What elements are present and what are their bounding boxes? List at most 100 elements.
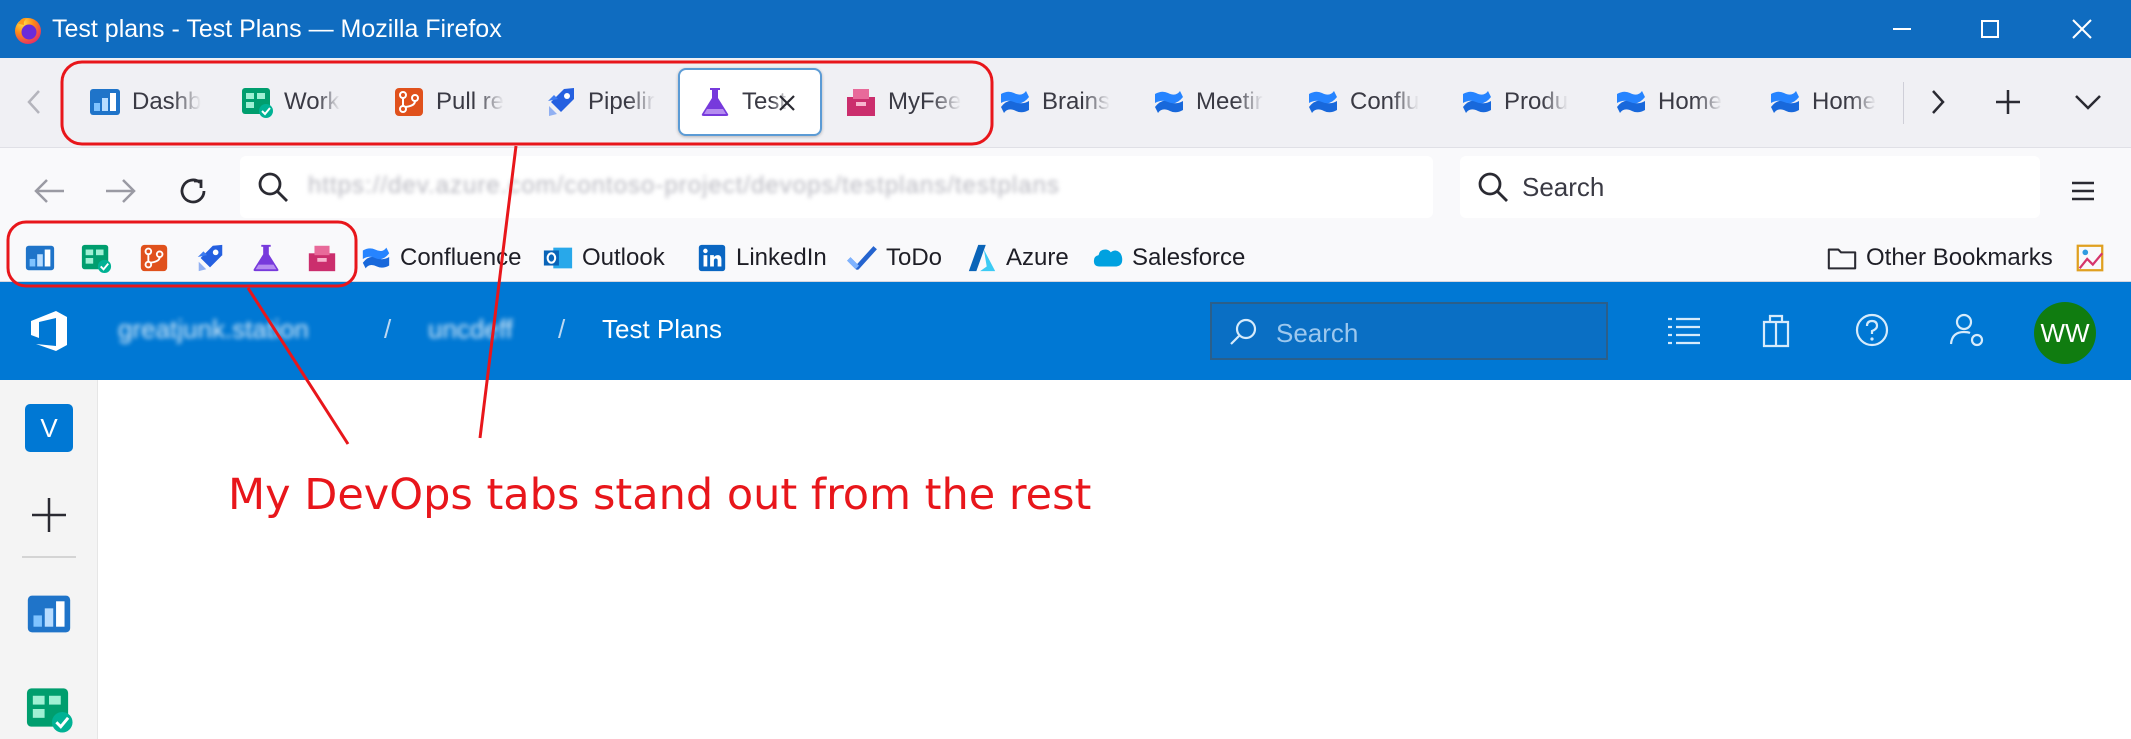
- annotation-text: My DevOps tabs stand out from the rest: [228, 470, 1092, 520]
- tab-confluence[interactable]: Conflu: [1288, 68, 1440, 136]
- overview-icon[interactable]: [24, 590, 74, 638]
- confluence-icon: [1617, 91, 1645, 113]
- user-settings-icon[interactable]: [1948, 310, 1988, 350]
- search-placeholder: Search: [1522, 172, 1605, 202]
- hamburger-menu-icon: [2072, 181, 2094, 201]
- breadcrumb-project[interactable]: uncdeff: [428, 314, 513, 345]
- bookmark-label: Salesforce: [1132, 244, 1246, 271]
- bookmark-devops-pipelines[interactable]: [194, 238, 226, 278]
- reload-button[interactable]: [168, 166, 218, 216]
- azure-artifacts-icon: [308, 245, 336, 272]
- tab-label: Brains: [1042, 88, 1111, 115]
- work-items-list-icon[interactable]: [1664, 310, 1704, 350]
- azure-test-plans-icon: [701, 88, 729, 116]
- arrow-right-icon: [106, 179, 136, 203]
- bookmark-devops-artifacts[interactable]: [306, 238, 338, 278]
- tab-confluence-brainstorm[interactable]: Brains: [980, 68, 1132, 136]
- bookmark-label: ToDo: [886, 244, 943, 271]
- user-avatar[interactable]: WW: [2034, 302, 2096, 364]
- tab-confluence-product[interactable]: Produ: [1442, 68, 1594, 136]
- arrow-left-icon: [34, 179, 64, 203]
- tab-dashboard[interactable]: Dashb: [70, 68, 220, 136]
- tab-label: Conflu: [1350, 88, 1420, 115]
- bookmark-devops-boards[interactable]: [80, 238, 112, 278]
- bookmarks-toolbar: Confluence Outlook LinkedIn ToDo Azure S…: [0, 234, 2131, 282]
- tab-work-items[interactable]: Work: [222, 68, 372, 136]
- bookmark-label: Other Bookmarks: [1866, 244, 2053, 271]
- bookmark-devops-repos[interactable]: [138, 238, 170, 278]
- breadcrumb-test-plans[interactable]: Test Plans: [602, 314, 722, 345]
- azure-boards-icon: [81, 244, 112, 274]
- url-text: https://dev.azure.com/contoso-project/de…: [308, 172, 1060, 199]
- breadcrumb-organization[interactable]: greatjunk.station: [118, 314, 309, 345]
- tab-label: Pull re: [436, 88, 505, 115]
- close-tab-icon[interactable]: [772, 88, 802, 118]
- tab-label: Work: [284, 88, 340, 115]
- tab-label: MyFee: [888, 88, 962, 115]
- project-tile[interactable]: V: [25, 404, 73, 452]
- bookmark-label: Confluence: [400, 244, 522, 271]
- help-icon[interactable]: [1852, 310, 1892, 350]
- devops-search-box[interactable]: Search: [1210, 302, 1608, 360]
- chevron-left-icon: [27, 90, 40, 114]
- back-button[interactable]: [24, 166, 74, 216]
- tab-label: Meetir: [1196, 88, 1263, 115]
- bookmark-salesforce[interactable]: Salesforce: [1092, 238, 1245, 278]
- tab-label: Pipelir: [588, 88, 655, 115]
- bookmark-linkedin[interactable]: LinkedIn: [696, 238, 827, 278]
- tab-confluence-meeting[interactable]: Meetir: [1134, 68, 1286, 136]
- tab-label: Home: [1658, 88, 1723, 115]
- tab-test-plans[interactable]: Test: [678, 68, 822, 136]
- devops-left-navigation: V: [0, 380, 98, 739]
- list-all-tabs-button[interactable]: [2058, 68, 2118, 136]
- salesforce-icon: [1093, 249, 1123, 267]
- other-bookmarks-folder[interactable]: Other Bookmarks: [1826, 238, 2053, 278]
- bookmark-devops-test-plans[interactable]: [250, 238, 282, 278]
- bookmark-azure[interactable]: Azure: [966, 238, 1069, 278]
- azure-devops-header: greatjunk.station / uncdeff / Test Plans…: [0, 282, 2131, 380]
- app-menu-button[interactable]: [2058, 166, 2108, 216]
- boards-icon[interactable]: [24, 684, 74, 734]
- tab-strip-divider: [1903, 82, 1904, 124]
- devops-search-placeholder: Search: [1276, 318, 1359, 348]
- bookmark-outlook[interactable]: Outlook: [542, 238, 665, 278]
- address-bar[interactable]: https://dev.azure.com/contoso-project/de…: [240, 156, 1433, 218]
- breadcrumb-separator: /: [558, 314, 566, 344]
- breadcrumb-separator: /: [384, 314, 392, 344]
- search-icon: [1478, 172, 1508, 202]
- azure-repos-icon: [140, 244, 168, 272]
- scroll-tabs-right-button[interactable]: [1908, 68, 1968, 136]
- bookmark-devops-dashboard[interactable]: [24, 238, 56, 278]
- azure-pipelines-icon: [548, 88, 574, 116]
- forward-button[interactable]: [96, 166, 146, 216]
- scroll-tabs-left-button[interactable]: [4, 68, 64, 136]
- navigation-toolbar: https://dev.azure.com/contoso-project/de…: [0, 148, 2131, 234]
- marketplace-bag-icon[interactable]: [1756, 310, 1796, 350]
- plus-icon: [1996, 90, 2020, 114]
- minimize-button[interactable]: [1856, 0, 1948, 58]
- tab-label: Dashb: [132, 88, 202, 115]
- tab-confluence-home-1[interactable]: Home: [1596, 68, 1748, 136]
- web-search-bar[interactable]: Search: [1460, 156, 2040, 218]
- azure-repos-icon: [395, 88, 423, 116]
- maximize-button[interactable]: [1944, 0, 2036, 58]
- tab-confluence-home-2[interactable]: Home: [1750, 68, 1902, 136]
- window-title: Test plans - Test Plans — Mozilla Firefo…: [52, 15, 502, 43]
- confluence-icon: [362, 247, 390, 269]
- confluence-icon: [1155, 91, 1183, 113]
- close-window-button[interactable]: [2036, 0, 2128, 58]
- add-icon[interactable]: [30, 496, 68, 534]
- bookmark-confluence[interactable]: Confluence: [360, 238, 521, 278]
- bookmark-todo[interactable]: ToDo: [846, 238, 942, 278]
- tab-my-feed[interactable]: MyFee: [826, 68, 986, 136]
- close-icon: [2072, 19, 2092, 39]
- azure-boards-icon: [242, 88, 273, 118]
- azure-test-plans-icon: [253, 244, 279, 272]
- bookmark-image[interactable]: [2074, 238, 2106, 278]
- tab-label: Produ: [1504, 88, 1569, 115]
- tab-pull-requests[interactable]: Pull re: [374, 68, 524, 136]
- tab-pipelines[interactable]: Pipelir: [526, 68, 676, 136]
- azure-devops-logo-icon[interactable]: [26, 308, 72, 354]
- azure-icon: [968, 244, 996, 272]
- new-tab-button[interactable]: [1978, 68, 2038, 136]
